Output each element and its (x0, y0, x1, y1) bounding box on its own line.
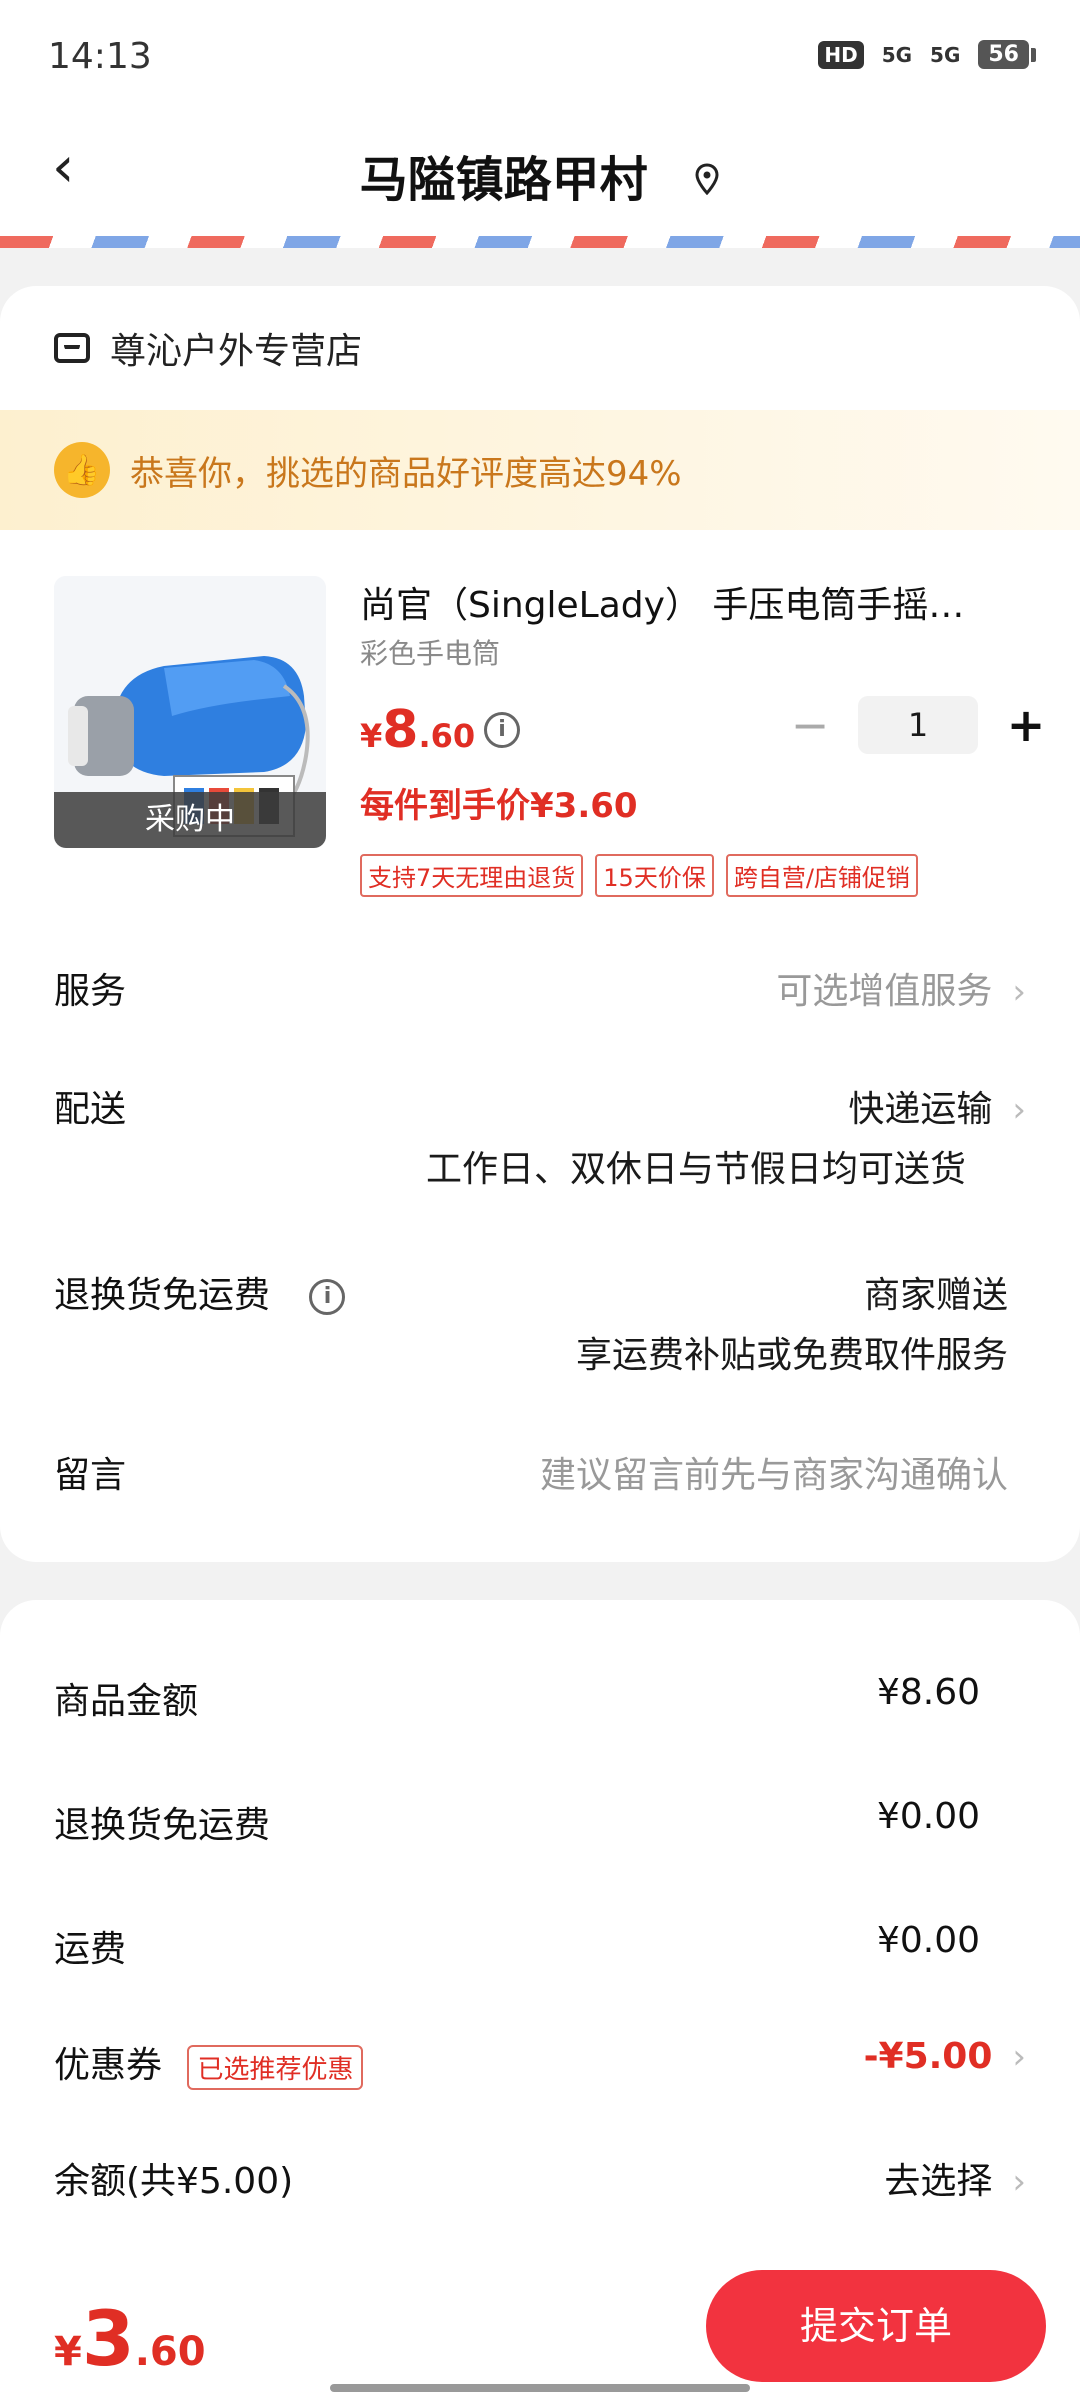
battery-icon: 56 (978, 40, 1036, 69)
goods-amount-label: 商品金额 (54, 1681, 199, 1722)
return-note: 享运费补贴或免费取件服务 (575, 1335, 1008, 1376)
message-label: 留言 (54, 1455, 127, 1496)
balance-right: 去选择 › (884, 2152, 1026, 2204)
product-spec: 彩色手电筒 (360, 637, 501, 670)
chevron-right-icon: › (1012, 2037, 1026, 2077)
delivery-right: 快递运输 › (848, 1080, 1026, 1132)
goods-amount-row: 商品金额 ¥8.60 (54, 1672, 1026, 1724)
price-currency: ¥ (360, 717, 383, 755)
total-price: ¥3.60 (54, 2294, 206, 2383)
chevron-right-icon: › (1012, 1090, 1026, 1130)
status-bar: 14:13 HD 5G 5G 56 (0, 0, 1080, 110)
service-right: 可选增值服务 › (776, 962, 1026, 1014)
store-header[interactable]: 尊沁户外专营店 (54, 322, 362, 374)
fee-card: 商品金额 ¥8.60 退换货免运费 ¥0.00 运费 ¥0.00 优惠券 已选推… (0, 1600, 1080, 2250)
product-price: ¥8.60 (360, 700, 475, 760)
battery-tip (1031, 47, 1036, 62)
nav-bar: ‹ 马隘镇路甲村 (0, 110, 1080, 240)
return-shipping-row: 退换货免运费 i 商家赠送 (54, 1266, 1026, 1318)
goods-amount-value: ¥8.60 (876, 1672, 980, 1713)
order-card: 尊沁户外专营店 👍 恭喜你，挑选的商品好评度高达94% 采购中 尚官（Singl… (0, 286, 1080, 1562)
service-row[interactable]: 服务 可选增值服务 › (54, 962, 1026, 1014)
product-title[interactable]: 尚官（SingleLady） 手压电筒手摇… (360, 576, 1020, 628)
tag-return: 支持7天无理由退货 (360, 854, 584, 897)
message-row[interactable]: 留言 建议留言前先与商家沟通确认 (54, 1446, 1026, 1498)
total-decimal: .60 (134, 2329, 206, 2375)
price-decimal: .60 (418, 717, 476, 755)
coupon-row[interactable]: 优惠券 已选推荐优惠 -¥5.00 › (54, 2036, 1026, 2090)
delivery-note: 工作日、双休日与节假日均可送货 (425, 1149, 966, 1190)
coupon-tag: 已选推荐优惠 (187, 2044, 364, 2090)
battery-level: 56 (978, 40, 1029, 69)
home-indicator[interactable] (330, 2384, 750, 2392)
chevron-right-icon: › (1012, 2162, 1026, 2202)
return-label: 退换货免运费 (54, 1275, 271, 1316)
quantity-stepper: − 1 + (780, 696, 1056, 754)
coupon-label: 优惠券 (54, 2045, 163, 2086)
return-info-icon[interactable]: i (309, 1279, 346, 1315)
signal-icon-2: 5G (930, 42, 961, 67)
coupon-right: -¥5.00 › (864, 2036, 1026, 2077)
address-title[interactable]: 马隘镇路甲村 (0, 140, 1080, 210)
product-tags: 支持7天无理由退货 15天价保 跨自营/店铺促销 (360, 854, 918, 897)
delivery-value: 快递运输 (848, 1089, 993, 1130)
status-time: 14:13 (48, 36, 152, 77)
price-integer: 8 (382, 700, 419, 760)
submit-order-button[interactable]: 提交订单 (706, 2270, 1046, 2382)
quantity-value[interactable]: 1 (858, 696, 978, 754)
price-info-icon[interactable]: i (484, 712, 520, 748)
product-image[interactable]: 采购中 (54, 576, 326, 848)
chevron-right-icon: › (1012, 972, 1026, 1012)
increase-button[interactable]: + (996, 698, 1056, 752)
envelope-stripe (0, 236, 1080, 248)
store-name: 尊沁户外专营店 (110, 331, 363, 372)
return-fee-value: ¥0.00 (876, 1796, 980, 1837)
checkout-bar: ¥3.60 提交订单 (0, 2250, 1080, 2400)
tag-price-protect: 15天价保 (595, 854, 714, 897)
address-text: 马隘镇路甲村 (359, 152, 648, 208)
delivery-row[interactable]: 配送 快递运输 › (54, 1080, 1026, 1132)
shop-icon (54, 333, 90, 363)
location-pin-icon (694, 163, 720, 203)
service-value: 可选增值服务 (776, 971, 993, 1012)
balance-row[interactable]: 余额(共¥5.00) 去选择 › (54, 2152, 1026, 2204)
praise-text: 恭喜你，挑选的商品好评度高达94% (130, 453, 682, 494)
thumbs-up-icon: 👍 (54, 442, 110, 498)
total-integer: 3 (81, 2294, 135, 2383)
hd-icon: HD (818, 40, 864, 69)
balance-value: 去选择 (884, 2161, 993, 2202)
return-value: 商家赠送 (863, 1275, 1008, 1316)
praise-banner: 👍 恭喜你，挑选的商品好评度高达94% (0, 410, 1080, 530)
balance-label: 余额(共¥5.00) (54, 2161, 294, 2202)
shipping-fee-value: ¥0.00 (876, 1920, 980, 1961)
status-icons: HD 5G 5G 56 (818, 40, 1036, 69)
return-fee-label: 退换货免运费 (54, 1805, 271, 1846)
tag-promotion: 跨自营/店铺促销 (725, 854, 918, 897)
delivery-label: 配送 (54, 1089, 127, 1130)
signal-icon-1: 5G (881, 42, 913, 67)
service-label: 服务 (54, 971, 127, 1012)
coupon-value: -¥5.00 (863, 2036, 993, 2077)
return-fee-row: 退换货免运费 ¥0.00 (54, 1796, 1026, 1848)
shipping-fee-label: 运费 (54, 1929, 127, 1970)
hand-price: 每件到手价¥3.60 (360, 786, 638, 826)
shipping-fee-row: 运费 ¥0.00 (54, 1920, 1026, 1972)
message-input[interactable]: 建议留言前先与商家沟通确认 (540, 1446, 1008, 1498)
decrease-button[interactable]: − (780, 698, 840, 752)
total-currency: ¥ (54, 2329, 82, 2375)
purchasing-badge: 采购中 (54, 792, 326, 848)
